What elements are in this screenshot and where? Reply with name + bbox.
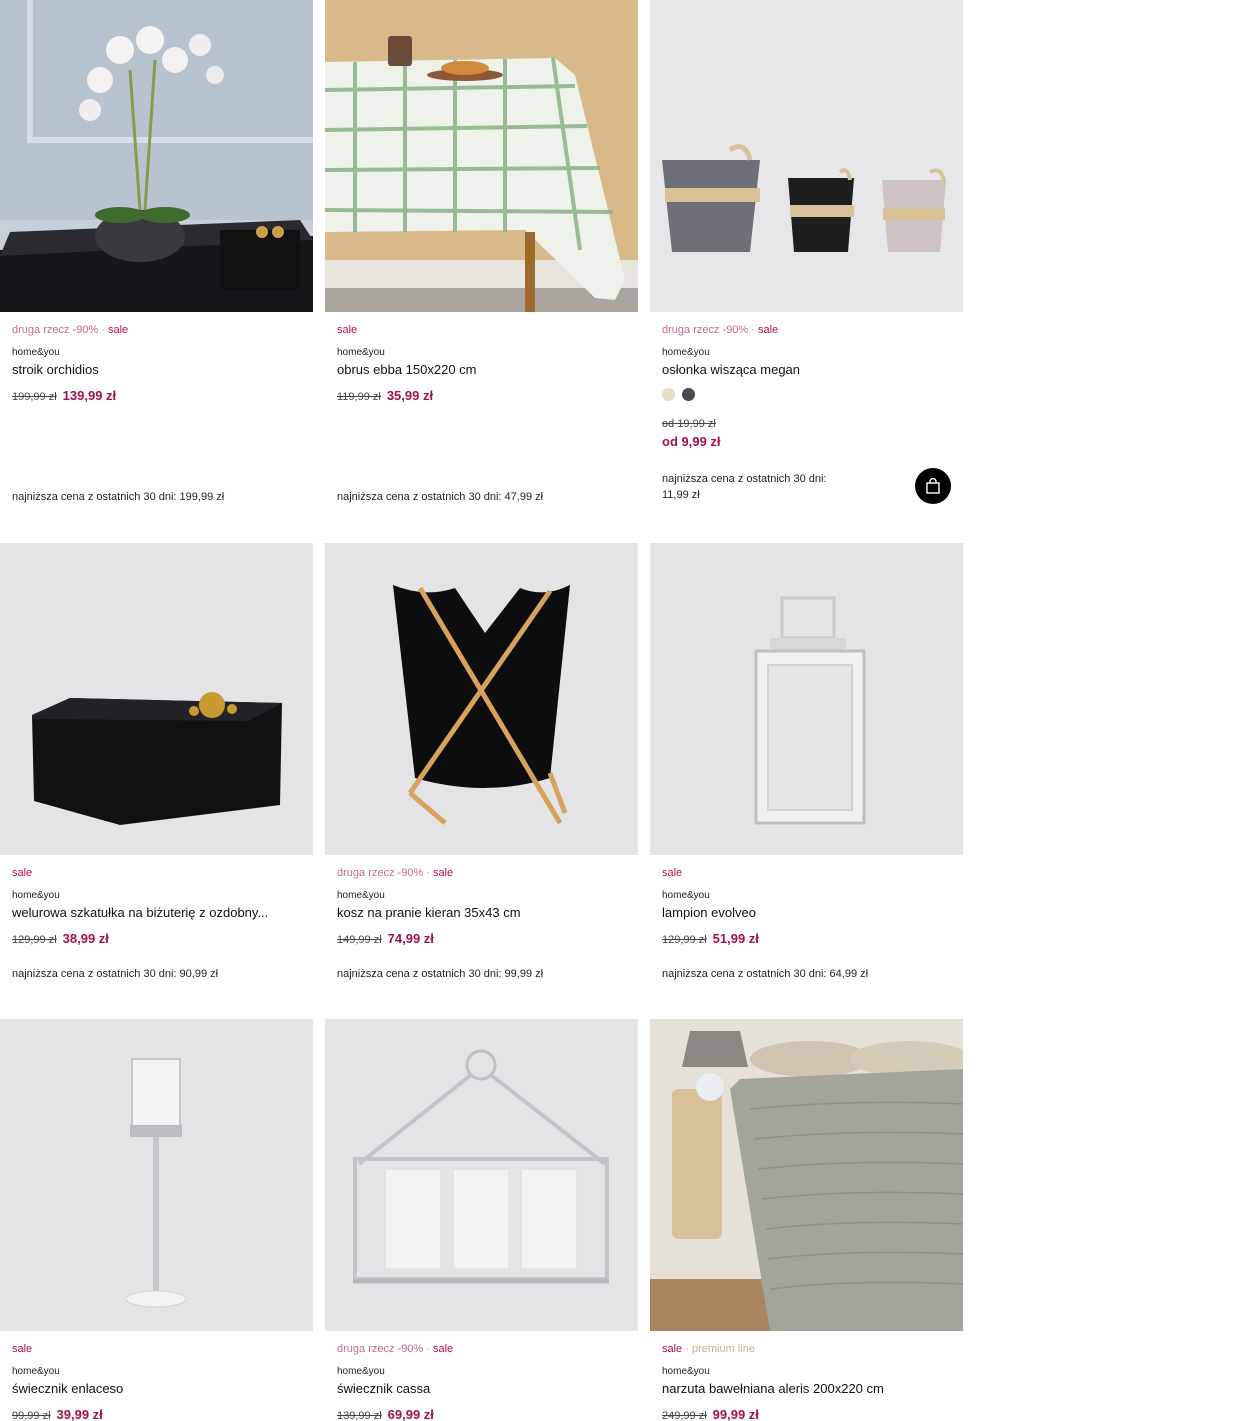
lowest-price-note: najniższa cena z ostatnich 30 dni: 11,99… — [662, 473, 827, 501]
product-brand: home&you — [12, 1366, 60, 1377]
product-image[interactable] — [0, 1019, 313, 1331]
product-tags: sale — [337, 324, 357, 336]
product-brand: home&you — [12, 890, 60, 901]
sale-label: sale — [433, 867, 454, 879]
sale-label: sale — [108, 324, 129, 336]
product-price: 99,99 zł 39,99 zł — [12, 1407, 103, 1421]
product-tags: sale · premium line — [662, 1343, 755, 1355]
product-price: 249,99 zł 99,99 zł — [662, 1407, 759, 1421]
lowest-price-note: najniższa cena z ostatnich 30 dni: 90,99… — [12, 968, 219, 980]
color-swatch-beige[interactable] — [662, 388, 675, 401]
product-card[interactable]: druga rzecz -90% · sale home&you osłonka… — [650, 0, 963, 504]
product-name[interactable]: obrus ebba 150x220 cm — [337, 362, 627, 377]
product-name[interactable]: stroik orchidios — [12, 362, 302, 377]
product-card[interactable]: druga rzecz -90% · sale home&you świeczn… — [325, 1019, 638, 1421]
product-name[interactable]: narzuta bawełniana aleris 200x220 cm — [662, 1381, 952, 1396]
old-price: 99,99 zł — [12, 1410, 51, 1421]
promo-label: druga rzecz -90% — [337, 1343, 424, 1355]
old-price: 119,99 zł — [337, 391, 381, 403]
product-card[interactable]: sale home&you welurowa szkatułka na biżu… — [0, 543, 313, 980]
old-price: 19,99 zł — [677, 418, 716, 430]
product-name[interactable]: świecznik enlaceso — [12, 1381, 302, 1396]
old-price: 199,99 zł — [12, 391, 57, 403]
product-brand: home&you — [337, 890, 385, 901]
new-price: 35,99 zł — [386, 388, 434, 403]
product-brand: home&you — [662, 347, 710, 358]
product-brand: home&you — [12, 347, 60, 358]
product-brand: home&you — [337, 347, 385, 358]
product-name[interactable]: świecznik cassa — [337, 1381, 627, 1396]
product-price: od 19,99 zł od 9,99 zł — [662, 416, 721, 450]
product-image[interactable] — [325, 543, 638, 855]
product-price: 119,99 zł 35,99 zł — [337, 388, 433, 403]
product-brand: home&you — [662, 890, 710, 901]
sale-label: sale — [758, 324, 779, 336]
product-tags: druga rzecz -90% · sale — [337, 1343, 454, 1355]
old-price: 139,99 zł — [337, 1410, 382, 1421]
product-brand: home&you — [337, 1366, 385, 1377]
add-to-cart-button[interactable] — [915, 468, 951, 504]
product-image[interactable] — [650, 543, 963, 855]
product-tags: druga rzecz -90% · sale — [12, 324, 129, 336]
new-price: 51,99 zł — [712, 931, 759, 946]
product-image[interactable] — [650, 0, 963, 312]
product-tags: sale — [12, 1343, 32, 1355]
product-card[interactable]: sale home&you obrus ebba 150x220 cm 119,… — [325, 0, 638, 503]
color-swatch-graphite[interactable] — [682, 388, 695, 401]
product-price: 129,99 zł 38,99 zł — [12, 931, 109, 946]
shopping-bag-icon — [926, 478, 940, 494]
sale-label: sale — [662, 867, 683, 879]
product-name[interactable]: kosz na pranie kieran 35x43 cm — [337, 905, 627, 920]
product-price: 139,99 zł 69,99 zł — [337, 1407, 434, 1421]
new-price: 74,99 zł — [387, 931, 434, 946]
product-tags: sale — [12, 867, 32, 879]
product-image[interactable] — [325, 1019, 638, 1331]
product-tags: druga rzecz -90% · sale — [337, 867, 454, 879]
new-price: 69,99 zł — [387, 1407, 434, 1421]
promo-label: druga rzecz -90% — [662, 324, 749, 336]
product-image[interactable] — [0, 543, 313, 855]
product-image[interactable] — [325, 0, 638, 312]
color-swatches — [662, 388, 695, 401]
product-card[interactable]: sale · premium line home&you narzuta baw… — [650, 1019, 963, 1421]
new-price: 38,99 zł — [62, 931, 109, 946]
product-name[interactable]: welurowa szkatułka na biżuterię z ozdobn… — [12, 905, 302, 920]
lowest-price-note: najniższa cena z ostatnich 30 dni: 47,99… — [337, 491, 544, 503]
product-tags: sale — [662, 867, 682, 879]
new-price: 139,99 zł — [62, 388, 117, 403]
lowest-price-note: najniższa cena z ostatnich 30 dni: 199,9… — [12, 491, 225, 503]
old-price: 249,99 zł — [662, 1410, 707, 1421]
old-price: 149,99 zł — [337, 934, 382, 946]
sale-label: sale — [433, 1343, 454, 1355]
product-name[interactable]: osłonka wisząca megan — [662, 362, 952, 377]
old-price: 129,99 zł — [662, 934, 707, 946]
new-price: od 9,99 zł — [662, 434, 721, 449]
new-price: 99,99 zł — [712, 1407, 759, 1421]
product-card[interactable]: druga rzecz -90% · sale home&you kosz na… — [325, 543, 638, 980]
sale-label: sale — [337, 324, 358, 336]
product-tags: druga rzecz -90% · sale — [662, 324, 779, 336]
product-image[interactable] — [0, 0, 313, 312]
lowest-price-note: najniższa cena z ostatnich 30 dni: 64,99… — [662, 968, 869, 980]
new-price: 39,99 zł — [56, 1407, 103, 1421]
promo-label: druga rzecz -90% — [337, 867, 424, 879]
product-name[interactable]: lampion evolveo — [662, 905, 952, 920]
sale-label: sale — [12, 867, 33, 879]
product-price: 129,99 zł 51,99 zł — [662, 931, 759, 946]
product-image[interactable] — [650, 1019, 963, 1331]
product-card[interactable]: sale home&you lampion evolveo 129,99 zł 5… — [650, 543, 963, 980]
product-brand: home&you — [662, 1366, 710, 1377]
sale-label: sale — [12, 1343, 33, 1355]
lowest-price-note: najniższa cena z ostatnich 30 dni: 99,99… — [337, 968, 544, 980]
price-prefix: od — [662, 418, 675, 430]
product-card[interactable]: druga rzecz -90% · sale home&you stroik … — [0, 0, 313, 503]
product-card[interactable]: sale home&you świecznik enlaceso 99,99 z… — [0, 1019, 313, 1421]
premium-line-label: premium line — [691, 1343, 755, 1355]
old-price: 129,99 zł — [12, 934, 57, 946]
product-price: 199,99 zł 139,99 zł — [12, 388, 116, 403]
product-price: 149,99 zł 74,99 zł — [337, 931, 434, 946]
sale-label: sale — [662, 1343, 683, 1355]
promo-label: druga rzecz -90% — [12, 324, 99, 336]
